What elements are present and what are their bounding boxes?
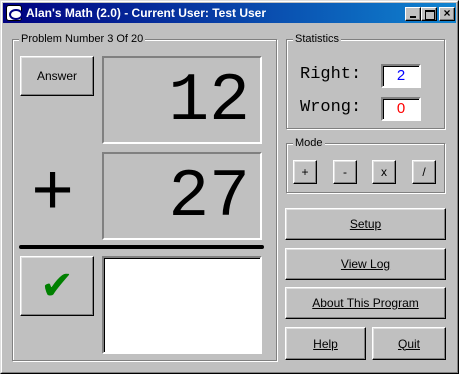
problem-number-label: Problem Number 3 Of 20 — [19, 33, 146, 45]
main-window: Alan's Math (2.0) - Current User: Test U… — [0, 0, 459, 374]
mode-subtract-button[interactable]: - — [333, 160, 357, 184]
maximize-button[interactable] — [421, 7, 437, 21]
view-log-label: View Log — [340, 257, 391, 271]
sum-line — [19, 245, 264, 249]
mode-label: Mode — [293, 137, 325, 149]
mode-multiply-label: x — [381, 165, 387, 179]
statistics-label: Statistics — [293, 33, 342, 45]
title-bar[interactable]: Alan's Math (2.0) - Current User: Test U… — [3, 3, 456, 23]
setup-label: Setup — [349, 217, 382, 231]
help-button[interactable]: Help — [285, 327, 366, 360]
answer-button-label: Answer — [36, 69, 77, 83]
top-number-display: 12 — [102, 56, 262, 144]
mode-add-button[interactable]: + — [293, 160, 317, 184]
wrong-label: Wrong: — [300, 98, 362, 117]
app-icon[interactable] — [6, 5, 23, 21]
setup-button[interactable]: Setup — [285, 208, 446, 240]
right-count-value: 2 — [396, 67, 406, 84]
wrong-count-value: 0 — [396, 100, 406, 117]
mode-divide-button[interactable]: / — [412, 160, 436, 184]
check-answer-button[interactable]: ✔ — [20, 256, 94, 316]
bottom-number-display: 27 — [102, 152, 262, 240]
about-button[interactable]: About This Program — [285, 287, 446, 319]
wrong-count: 0 — [381, 97, 421, 121]
mode-divide-label: / — [422, 165, 426, 179]
check-icon: ✔ — [40, 263, 74, 309]
mode-multiply-button[interactable]: x — [372, 160, 396, 184]
quit-label: Quit — [397, 336, 420, 351]
answer-button[interactable]: Answer — [20, 56, 94, 96]
bottom-number: 27 — [168, 159, 250, 236]
view-log-button[interactable]: View Log — [285, 248, 446, 280]
quit-button[interactable]: Quit — [372, 327, 446, 360]
right-label: Right: — [300, 65, 362, 84]
window-title: Alan's Math (2.0) - Current User: Test U… — [26, 6, 267, 20]
close-icon: × — [443, 6, 451, 20]
help-label: Help — [313, 336, 338, 351]
mode-subtract-label: - — [343, 165, 347, 179]
operator-symbol: + — [31, 154, 75, 236]
minimize-button[interactable] — [405, 7, 421, 21]
close-button[interactable]: × — [439, 6, 455, 21]
answer-input[interactable] — [102, 256, 262, 354]
about-label: About This Program — [312, 296, 419, 310]
right-count: 2 — [381, 64, 421, 88]
top-number: 12 — [168, 63, 250, 140]
mode-add-label: + — [301, 165, 309, 179]
